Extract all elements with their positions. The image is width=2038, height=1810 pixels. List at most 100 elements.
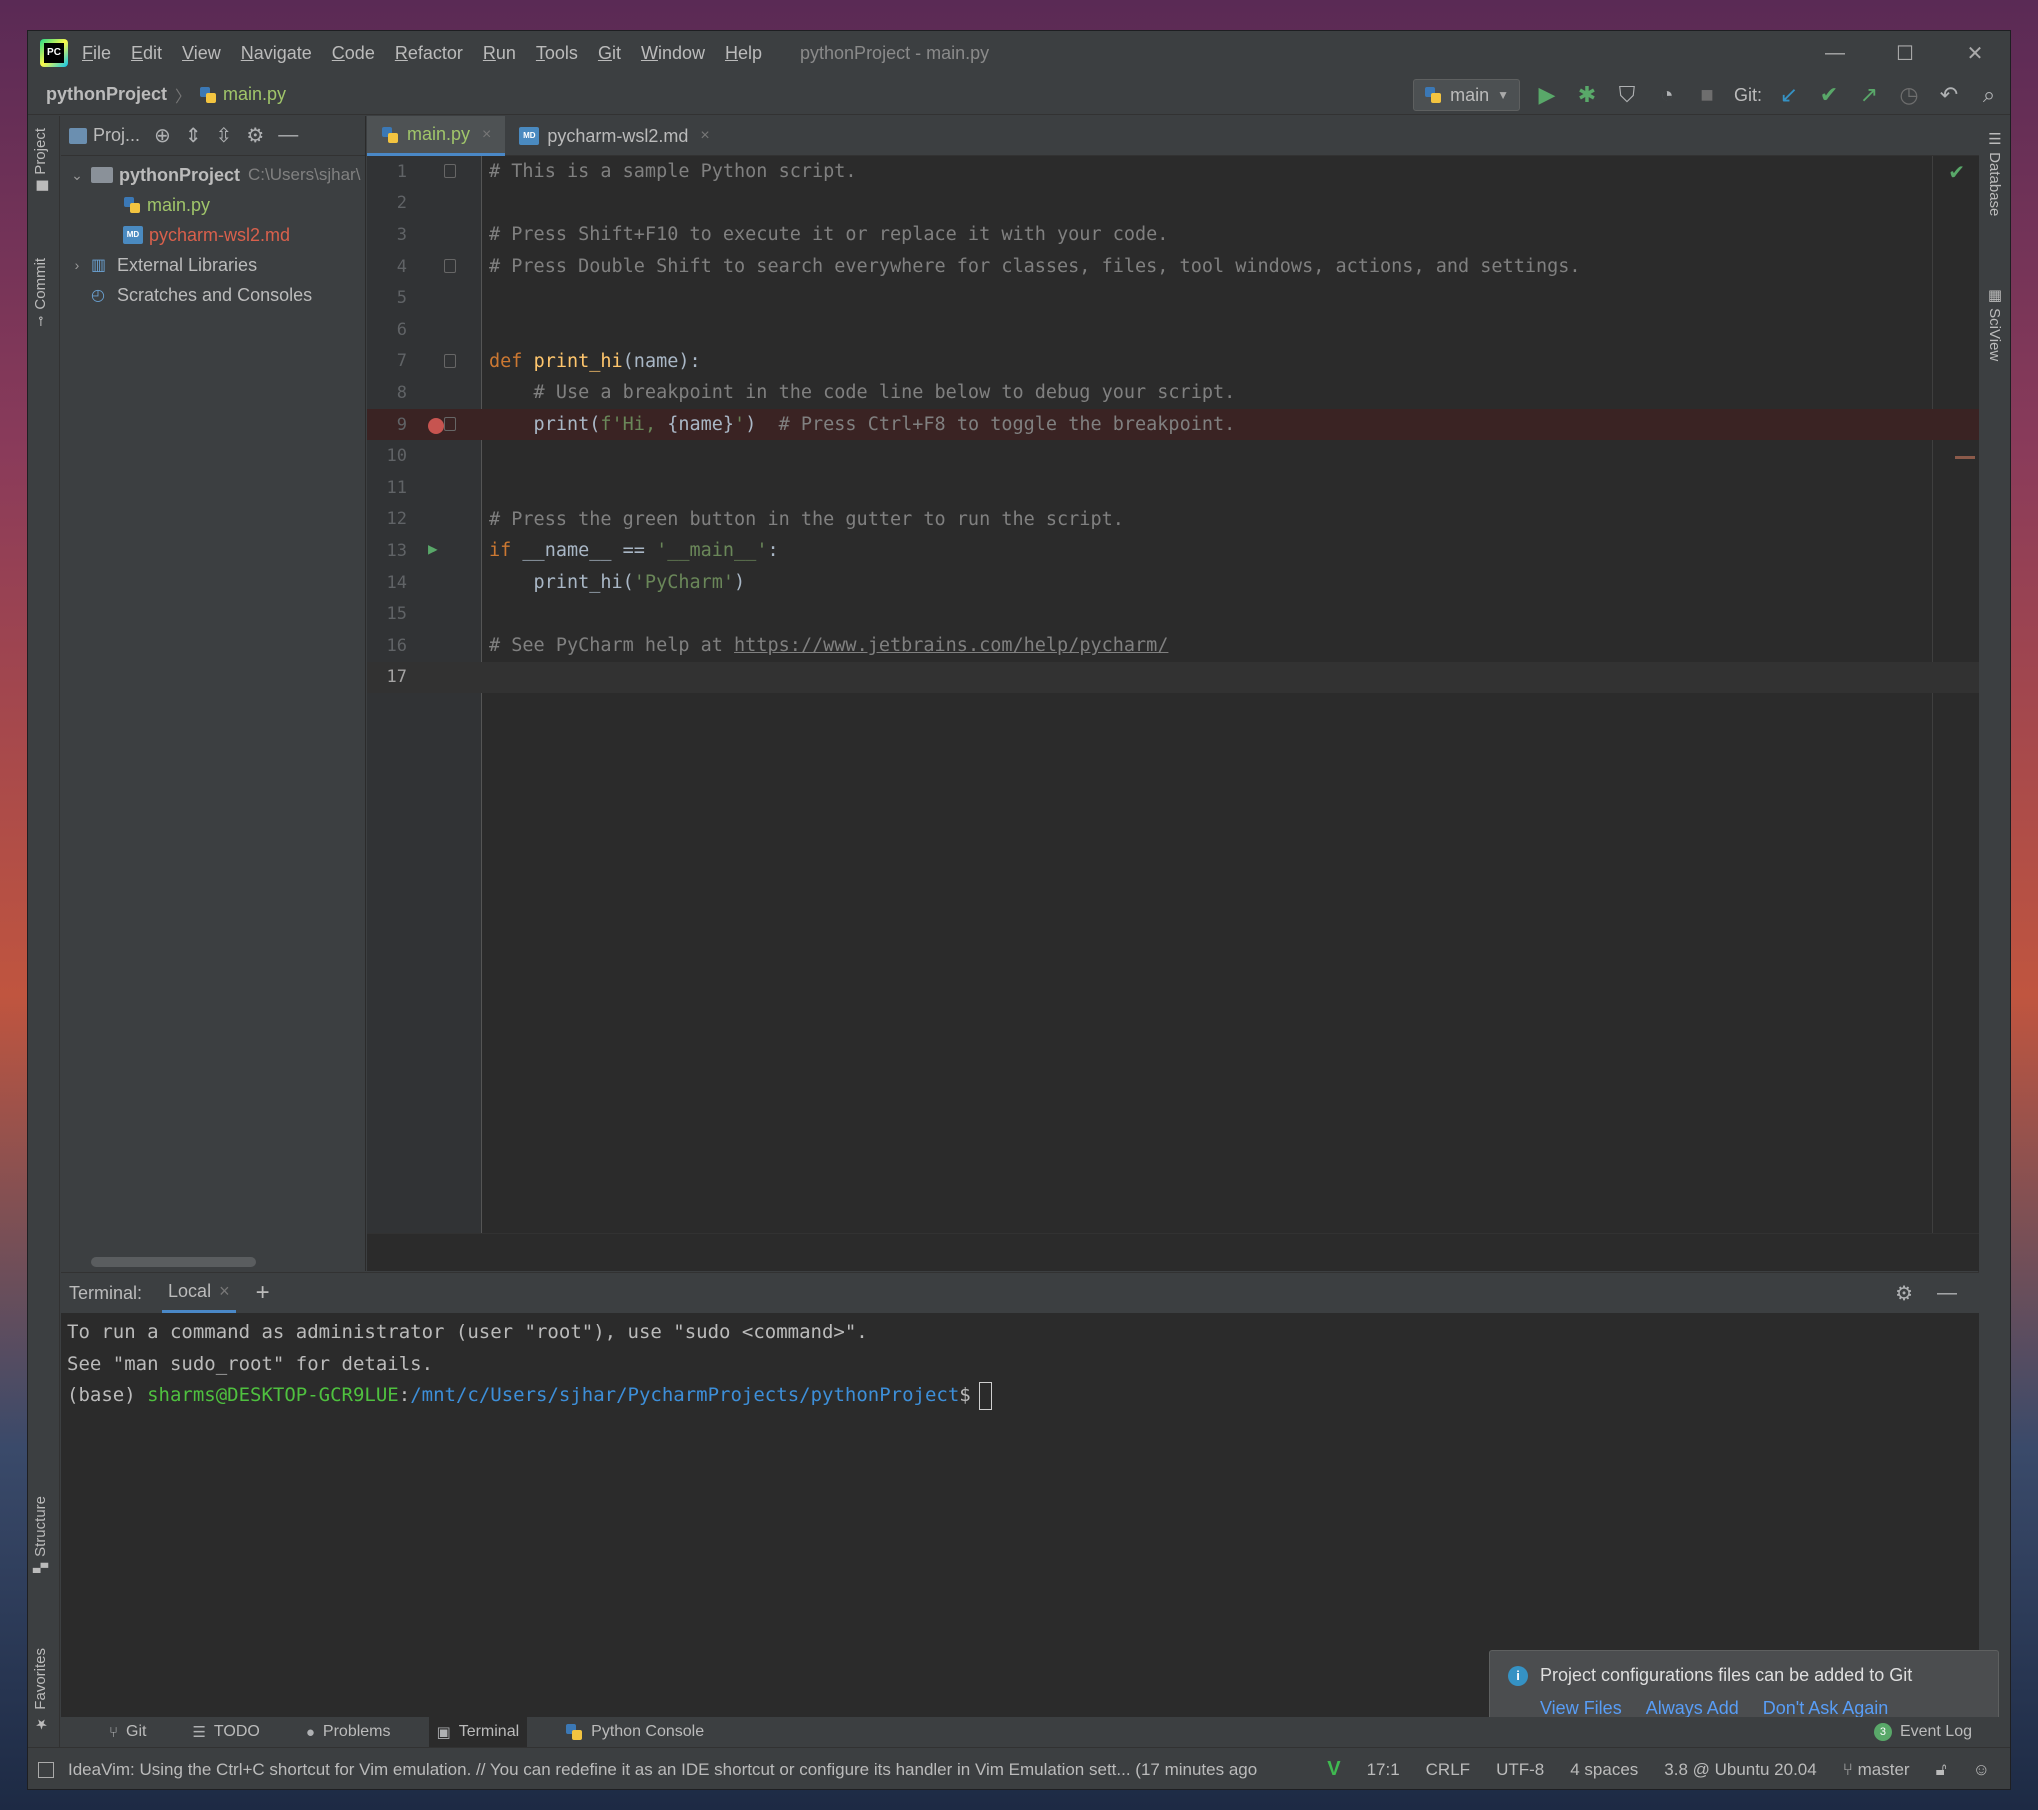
- code-line: 16 # See PyCharm help at https://www.jet…: [367, 630, 1979, 662]
- coverage-icon[interactable]: ⛉: [1614, 82, 1640, 108]
- ideavim-icon[interactable]: V: [1327, 1758, 1340, 1781]
- fold-icon[interactable]: [444, 164, 456, 178]
- menu-run[interactable]: Run: [483, 43, 516, 64]
- event-log-tab[interactable]: 3 Event Log: [1873, 1723, 1972, 1741]
- terminal-tab-local[interactable]: Local ×: [162, 1273, 236, 1313]
- tool-tab-todo[interactable]: ☰ TODO: [184, 1717, 267, 1747]
- caret-position[interactable]: 17:1: [1367, 1760, 1400, 1780]
- favorites-tool-label: Favorites: [32, 1648, 49, 1710]
- search-icon[interactable]: ⌕: [1976, 82, 2002, 108]
- tool-tab-terminal[interactable]: ▣ Terminal: [428, 1717, 528, 1747]
- menu-edit[interactable]: Edit: [131, 43, 162, 64]
- chevron-down-icon[interactable]: ⌄: [67, 167, 87, 184]
- git-commit-icon[interactable]: ✔: [1816, 82, 1842, 108]
- project-tool-tab[interactable]: ▆ Project: [32, 128, 49, 191]
- breadcrumb-project[interactable]: pythonProject: [46, 84, 167, 105]
- menu-refactor[interactable]: Refactor: [395, 43, 463, 64]
- close-tab-icon[interactable]: ×: [482, 126, 491, 144]
- structure-tool-tab[interactable]: ▚ Structure: [32, 1496, 49, 1573]
- maximize-button[interactable]: ☐: [1870, 31, 1940, 75]
- fold-icon[interactable]: [444, 258, 456, 273]
- close-tab-icon[interactable]: ×: [700, 127, 709, 145]
- indent-setting[interactable]: 4 spaces: [1570, 1760, 1638, 1780]
- menu-tools[interactable]: Tools: [536, 43, 578, 64]
- stop-icon[interactable]: ■: [1694, 82, 1720, 108]
- tree-item-external-libraries[interactable]: › ▥ External Libraries: [61, 250, 365, 280]
- sciview-tool-tab[interactable]: ▦ SciView: [1985, 286, 2003, 361]
- python-interpreter[interactable]: 3.8 @ Ubuntu 20.04: [1664, 1760, 1816, 1780]
- git-branch-widget[interactable]: ⑂ master: [1843, 1760, 1910, 1780]
- favorites-tool-tab[interactable]: ★ Favorites: [32, 1648, 49, 1732]
- tab-main-py[interactable]: main.py ×: [367, 116, 506, 156]
- commit-tool-tab[interactable]: ⊸ Commit: [32, 258, 49, 327]
- minimize-button[interactable]: —: [1800, 31, 1870, 75]
- markdown-file-icon: MD: [519, 127, 540, 145]
- dont-ask-again-link[interactable]: Don't Ask Again: [1763, 1698, 1889, 1719]
- fold-icon[interactable]: [444, 353, 456, 368]
- view-files-link[interactable]: View Files: [1540, 1698, 1622, 1719]
- tool-tab-python-console[interactable]: Python Console: [557, 1717, 712, 1747]
- fold-icon[interactable]: [444, 416, 456, 431]
- menu-file[interactable]: File: [82, 43, 111, 64]
- tree-item-project-root[interactable]: ⌄ pythonProject C:\Users\sjhar\: [61, 160, 365, 190]
- breakpoint-icon[interactable]: [428, 417, 444, 434]
- file-encoding[interactable]: UTF-8: [1496, 1760, 1544, 1780]
- git-update-icon[interactable]: ↙: [1776, 82, 1802, 108]
- run-configuration-selector[interactable]: main ▼: [1413, 79, 1520, 111]
- database-tool-tab[interactable]: ☰ Database: [1985, 130, 2003, 216]
- expand-all-icon[interactable]: ⇕: [185, 123, 202, 148]
- menu-window[interactable]: Window: [641, 43, 705, 64]
- terminal-output[interactable]: To run a command as administrator (user …: [61, 1313, 1979, 1412]
- tree-item-label: pycharm-wsl2.md: [149, 224, 291, 245]
- tree-item-main-py[interactable]: main.py: [61, 190, 365, 220]
- hide-panel-icon[interactable]: —: [1937, 1282, 1957, 1305]
- menu-view[interactable]: View: [182, 43, 221, 64]
- line-number: 16: [386, 635, 407, 656]
- gear-icon[interactable]: ⚙: [246, 123, 264, 148]
- breadcrumb-file[interactable]: main.py: [199, 84, 286, 105]
- project-panel-scrollbar[interactable]: [91, 1257, 256, 1267]
- tool-tab-problems[interactable]: ● Problems: [298, 1717, 399, 1747]
- close-tab-icon[interactable]: ×: [219, 1281, 230, 1302]
- toggle-tool-windows-icon[interactable]: [38, 1761, 54, 1778]
- terminal-line: See "man sudo_root" for details.: [67, 1352, 434, 1375]
- tree-item-scratches[interactable]: ◴ Scratches and Consoles: [61, 280, 365, 310]
- project-view-selector[interactable]: Proj...: [69, 125, 140, 146]
- menu-code[interactable]: Code: [332, 43, 375, 64]
- git-push-icon[interactable]: ↗: [1856, 82, 1882, 108]
- run-gutter-icon[interactable]: ▶: [428, 539, 438, 558]
- git-rollback-icon[interactable]: ↶: [1936, 82, 1962, 108]
- chevron-right-icon[interactable]: ›: [67, 257, 87, 273]
- help-link[interactable]: https://www.jetbrains.com/help/pycharm/: [734, 635, 1168, 656]
- tree-item-pycharm-wsl2-md[interactable]: MD pycharm-wsl2.md: [61, 220, 365, 250]
- git-history-icon[interactable]: ◷: [1896, 82, 1922, 108]
- editor-horizontal-scrollbar[interactable]: [367, 1233, 1979, 1271]
- run-config-label: main: [1450, 84, 1490, 105]
- python-config-icon: [1424, 86, 1442, 104]
- new-terminal-button[interactable]: +: [256, 1279, 270, 1307]
- lock-icon[interactable]: 🔓︎: [1936, 1760, 1947, 1780]
- code-line: 15: [367, 598, 1979, 630]
- status-message[interactable]: IdeaVim: Using the Ctrl+C shortcut for V…: [68, 1760, 1327, 1780]
- menu-help[interactable]: Help: [725, 43, 762, 64]
- menu-navigate[interactable]: Navigate: [241, 43, 312, 64]
- always-add-link[interactable]: Always Add: [1646, 1698, 1739, 1719]
- collapse-all-icon[interactable]: ⇳: [216, 123, 233, 148]
- menu-git[interactable]: Git: [598, 43, 621, 64]
- main-toolbar: main ▼ ▶ ✱ ⛉ ◔ ■ Git: ↙ ✔ ↗ ◷ ↶ ⌕: [1413, 75, 2002, 115]
- terminal-prompt: (base) sharms@DESKTOP-GCR9LUE:/mnt/c/Use…: [67, 1380, 1979, 1412]
- locate-icon[interactable]: ⊕: [154, 123, 171, 148]
- tab-pycharm-wsl2-md[interactable]: MD pycharm-wsl2.md ×: [505, 116, 723, 156]
- tree-item-path: C:\Users\sjhar\: [248, 165, 361, 184]
- gear-icon[interactable]: ⚙: [1895, 1281, 1913, 1306]
- pycharm-logo-icon: [40, 39, 68, 67]
- hide-panel-icon[interactable]: —: [278, 124, 298, 147]
- line-separator[interactable]: CRLF: [1426, 1760, 1470, 1780]
- profile-icon[interactable]: ◔: [1654, 82, 1680, 108]
- run-icon[interactable]: ▶: [1534, 82, 1560, 108]
- notifications-icon[interactable]: ☺: [1973, 1760, 1990, 1780]
- debug-icon[interactable]: ✱: [1574, 82, 1600, 108]
- code-editor[interactable]: ✔ 1 # This is a sample Python script. 2 …: [367, 156, 1979, 1233]
- close-button[interactable]: ✕: [1940, 31, 2010, 75]
- tool-tab-git[interactable]: ⑂ Git: [101, 1717, 154, 1747]
